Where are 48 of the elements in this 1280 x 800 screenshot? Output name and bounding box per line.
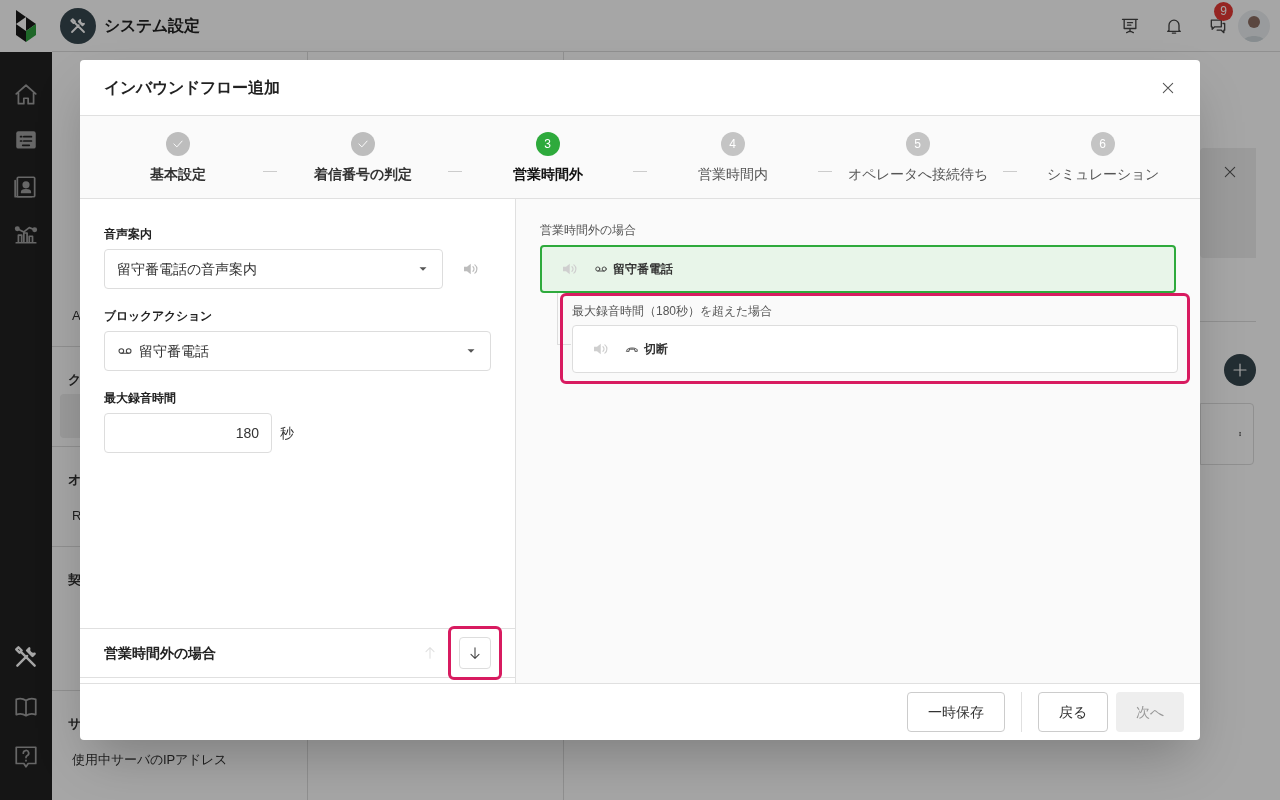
page-title: システム設定: [104, 15, 200, 36]
branch-label: 最大録音時間（180秒）を超えた場合: [572, 303, 774, 320]
avatar-icon[interactable]: [1238, 9, 1270, 42]
list-card: [1200, 403, 1254, 465]
step-number: 3: [535, 132, 560, 156]
notification-badge: 9: [1214, 1, 1233, 21]
menu-section-title: ク: [68, 370, 81, 389]
voice-select[interactable]: 留守番電話の音声案内: [104, 249, 443, 289]
menu-section-title: オ: [68, 470, 81, 489]
arrow-down-icon: [467, 645, 483, 661]
step-label[interactable]: 営業時間外: [512, 164, 583, 185]
step-label[interactable]: シミュレーション: [1046, 164, 1159, 185]
connector-line: [557, 293, 571, 345]
field-label: ブロックアクション: [104, 308, 213, 325]
tools-icon[interactable]: [13, 644, 39, 670]
step-label[interactable]: 着信番号の判定: [313, 164, 412, 185]
flow-block[interactable]: 切断: [572, 325, 1178, 373]
step-label[interactable]: 基本設定: [149, 164, 206, 185]
step-number: 6: [1090, 132, 1115, 156]
section-title: 営業時間外の場合: [104, 643, 217, 663]
move-down-button[interactable]: [459, 637, 491, 669]
menu-item[interactable]: A: [72, 306, 81, 326]
contact-card-icon[interactable]: [13, 174, 39, 200]
menu-section-title: サ: [68, 714, 81, 733]
field-label: 最大録音時間: [104, 390, 177, 407]
footer-button[interactable]: 戻る: [1038, 692, 1108, 732]
step-label[interactable]: オペレータへ接続待ち: [847, 164, 988, 185]
close-icon[interactable]: [1222, 164, 1238, 180]
flow-block[interactable]: 留守番電話: [540, 245, 1176, 293]
unit-label: 秒: [280, 423, 294, 443]
plus-icon: [1231, 361, 1249, 379]
help-icon[interactable]: [13, 744, 39, 770]
dialog-title: インバウンドフロー追加: [104, 77, 280, 98]
menu-item[interactable]: 使用中サーバのIPアドレス: [72, 750, 228, 770]
step-number: 5: [905, 132, 930, 156]
menu-section-title: 契: [68, 570, 81, 589]
flow-section-label: 営業時間外の場合: [540, 222, 637, 239]
action-select[interactable]: 留守番電話: [104, 331, 491, 371]
duration-input[interactable]: 180: [104, 413, 272, 453]
logo-icon: [14, 8, 38, 44]
add-button[interactable]: [1224, 354, 1256, 386]
footer-button[interactable]: 一時保存: [907, 692, 1005, 732]
tools-icon: [60, 7, 96, 44]
home-icon[interactable]: [13, 82, 39, 108]
step-number: 4: [720, 132, 745, 156]
field-label: 音声案内: [104, 226, 153, 243]
menu-item[interactable]: R: [72, 506, 82, 526]
step-label[interactable]: 営業時間内: [697, 164, 768, 185]
